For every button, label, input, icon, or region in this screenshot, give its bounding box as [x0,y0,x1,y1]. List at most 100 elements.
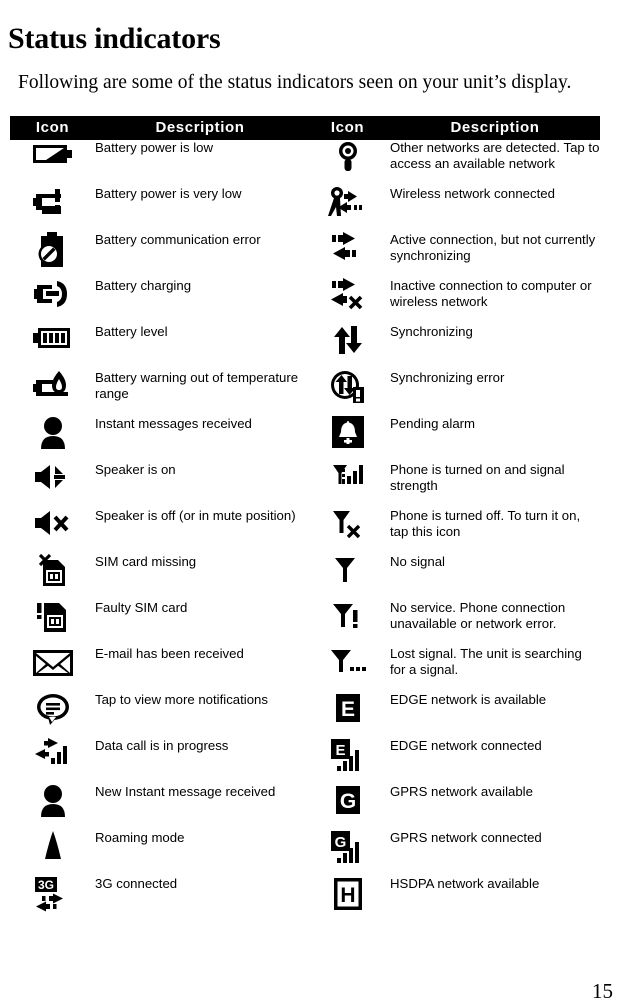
description-cell: Speaker is off (or in mute position) [95,508,296,523]
description-cell: No service. Phone connection unavailable… [390,600,566,631]
description-cell: Battery communication error [95,232,261,247]
table-row: Battery communication error Active conne… [10,232,600,278]
icon-cell [305,324,390,370]
table-row: Battery level Synchronizing [10,324,600,370]
description-cell: Battery charging [95,278,192,293]
table-row: Battery warning out of temperature range… [10,370,600,416]
description-cell: EDGE network connected [390,738,542,753]
edge-connected-icon: E [330,738,366,774]
speaker-off-icon [33,508,73,538]
description-cell: Phone is turned off. To turn it on, tap … [390,508,581,539]
svg-text:G: G [334,834,346,851]
icon-cell [10,554,95,600]
icon-cell [10,324,95,370]
description-cell: Active connection, but not currently syn… [390,232,596,263]
table-row: Speaker is on Phone is turned on and sig… [10,462,600,508]
status-indicator-table: Icon Description Icon Description Batter… [10,116,600,922]
icon-cell: E [305,692,390,738]
icon-cell [305,232,390,278]
icon-cell [10,692,95,738]
icon-cell [10,784,95,830]
table-row: Battery power is low Other networks are … [10,140,600,186]
description-cell: 3G connected [95,876,178,891]
battery-level-icon [32,324,73,352]
column-header-desc-right: Description [390,116,600,140]
description-cell: Battery level [95,324,168,339]
description-cell: GPRS network connected [390,830,542,845]
description-cell: Battery warning out of temperature range [95,370,299,401]
description-cell: EDGE network is available [390,692,547,707]
svg-text:E: E [335,742,345,759]
table-row: Faulty SIM card No service. Phone connec… [10,600,600,646]
email-received-icon [31,646,75,678]
svg-text:H: H [340,884,355,907]
table-row: New Instant message received G GPRS netw… [10,784,600,830]
other-networks-detected-icon [331,140,365,174]
table-row: Battery power is very low Wireless netwo… [10,186,600,232]
icon-cell [10,600,95,646]
icon-cell [10,186,95,232]
column-header-icon-right: Icon [305,116,390,140]
notifications-icon [35,692,71,726]
table-row: Roaming mode G GPRS network connected [10,830,600,876]
icon-cell [305,508,390,554]
speaker-on-icon [33,462,73,492]
svg-text:G: G [339,790,355,813]
table-row: Data call is in progress E EDGE network … [10,738,600,784]
synchronizing-error-icon [330,370,366,404]
icon-cell [10,140,95,186]
icon-cell [305,186,390,232]
icon-cell: G [305,830,390,876]
battery-very-low-icon [32,186,73,218]
description-cell: Data call is in progress [95,738,229,753]
icon-cell [305,600,390,646]
three-g-connected-icon: 3G [33,876,73,914]
description-cell: Faulty SIM card [95,600,188,615]
gprs-available-icon: G [334,784,362,816]
edge-available-icon: E [334,692,362,724]
sim-card-missing-icon [36,554,70,588]
icon-cell [305,140,390,186]
column-header-desc-left: Description [95,116,305,140]
icon-cell [10,278,95,324]
description-cell: HSDPA network available [390,876,540,891]
new-instant-message-icon [38,784,68,818]
battery-low-icon [32,140,74,168]
description-cell: Tap to view more notifications [95,692,268,707]
faulty-sim-card-icon [36,600,70,634]
description-cell: Roaming mode [95,830,185,845]
description-cell: SIM card missing [95,554,197,569]
description-cell: Speaker is on [95,462,176,477]
icon-cell: H [305,876,390,922]
table-row: 3G 3G connected H HSDPA network availabl… [10,876,600,922]
description-cell: Phone is turned on and signal strength [390,462,565,493]
instant-message-received-icon [38,416,68,450]
description-cell: Wireless network connected [390,186,555,201]
page-title: Status indicators [8,22,221,56]
table-header-row: Icon Description Icon Description [10,116,600,140]
description-cell: New Instant message received [95,784,276,799]
table-row: E-mail has been received Lost signal. Th… [10,646,600,692]
description-cell: Instant messages received [95,416,252,431]
data-call-in-progress-icon [34,738,71,768]
icon-cell: 3G [10,876,95,922]
icon-cell [305,370,390,416]
column-header-icon-left: Icon [10,116,95,140]
icon-cell [10,462,95,508]
no-signal-icon [333,554,363,586]
description-cell: Synchronizing error [390,370,505,385]
table-body: Battery power is low Other networks are … [10,140,600,922]
svg-text:E: E [340,698,354,721]
intro-paragraph: Following are some of the status indicat… [18,71,572,93]
icon-cell [10,370,95,416]
hsdpa-available-icon: H [332,876,364,912]
icon-cell: G [305,784,390,830]
description-cell: No signal [390,554,445,569]
description-cell: Pending alarm [390,416,476,431]
icon-cell [10,738,95,784]
icon-cell [10,830,95,876]
page-number: 15 [592,979,613,1003]
icon-cell [10,416,95,462]
table-row: Speaker is off (or in mute position) Pho… [10,508,600,554]
description-cell: Inactive connection to computer or wirel… [390,278,592,309]
